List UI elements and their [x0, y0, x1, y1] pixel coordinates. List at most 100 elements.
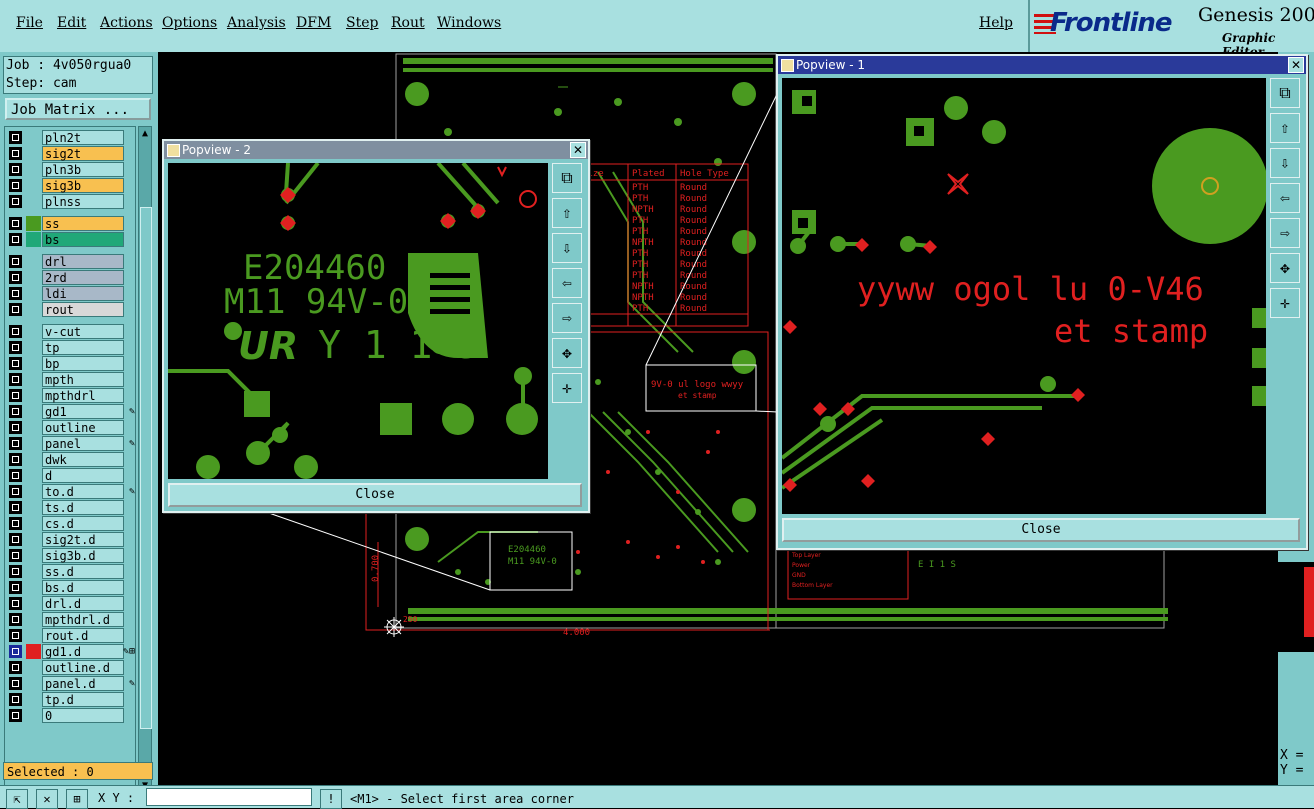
layer-checkbox[interactable]: [9, 693, 22, 706]
layer-row[interactable]: tp: [7, 340, 135, 355]
layer-checkbox[interactable]: [9, 195, 22, 208]
layer-row[interactable]: cs.d: [7, 516, 135, 531]
menu-rout[interactable]: Rout: [391, 15, 425, 31]
menu-actions[interactable]: Actions: [100, 15, 153, 31]
layer-row[interactable]: mpthdrl.d: [7, 612, 135, 627]
layer-checkbox[interactable]: [9, 287, 22, 300]
layer-row[interactable]: tp.d: [7, 692, 135, 707]
layer-name[interactable]: d: [42, 468, 124, 483]
popview-2-titlebar[interactable]: Popview - 2 ✕: [164, 141, 588, 159]
layer-checkbox[interactable]: [9, 645, 22, 658]
scroll-up-icon[interactable]: ▲: [140, 128, 150, 140]
layer-row[interactable]: rout.d: [7, 628, 135, 643]
layer-name[interactable]: panel.d: [42, 676, 124, 691]
layer-name[interactable]: bs.d: [42, 580, 124, 595]
layer-row[interactable]: gd1.d ✎⊞: [7, 644, 135, 659]
layer-row[interactable]: to.d ✎: [7, 484, 135, 499]
pan-right-icon[interactable]: ⇨: [1270, 218, 1300, 248]
layer-checkbox[interactable]: [9, 405, 22, 418]
layer-checkbox[interactable]: [9, 533, 22, 546]
layer-name[interactable]: gd1: [42, 404, 124, 419]
layer-name[interactable]: ss.d: [42, 564, 124, 579]
pan-left-icon[interactable]: ⇦: [552, 268, 582, 298]
layer-row[interactable]: bs: [7, 232, 135, 247]
layer-name[interactable]: sig2t.d: [42, 532, 124, 547]
layer-row[interactable]: pln3b: [7, 162, 135, 177]
layer-row[interactable]: bs.d: [7, 580, 135, 595]
layer-checkbox[interactable]: [9, 661, 22, 674]
layer-row[interactable]: sig3b: [7, 178, 135, 193]
popview-2-view[interactable]: E204460 M11 94V-0 UR Y 1 1 S: [168, 163, 548, 479]
popview-1-titlebar[interactable]: Popview - 1 ✕: [778, 56, 1306, 74]
layer-checkbox[interactable]: [9, 373, 22, 386]
layer-row[interactable]: 0: [7, 708, 135, 723]
layer-name[interactable]: tp.d: [42, 692, 124, 707]
alert-icon[interactable]: !: [320, 789, 342, 809]
layer-checkbox[interactable]: [9, 597, 22, 610]
pan-up-icon[interactable]: ⇧: [552, 198, 582, 228]
layer-name[interactable]: v-cut: [42, 324, 124, 339]
layer-checkbox[interactable]: [9, 131, 22, 144]
layer-row[interactable]: outline.d: [7, 660, 135, 675]
layer-row[interactable]: ts.d: [7, 500, 135, 515]
layer-name[interactable]: pln2t: [42, 130, 124, 145]
layer-checkbox[interactable]: [9, 629, 22, 642]
layer-name[interactable]: sig3b.d: [42, 548, 124, 563]
pan-up-icon[interactable]: ⇧: [1270, 113, 1300, 143]
layer-row[interactable]: dwk: [7, 452, 135, 467]
scroll-thumb[interactable]: [140, 207, 152, 729]
popview-2-close-button[interactable]: Close: [168, 483, 582, 507]
layer-row[interactable]: sig2t: [7, 146, 135, 161]
layer-list-scrollbar[interactable]: ▲ ▼: [138, 126, 152, 794]
popview-1-close-button[interactable]: Close: [782, 518, 1300, 542]
layer-name[interactable]: mpth: [42, 372, 124, 387]
layer-checkbox[interactable]: [9, 421, 22, 434]
layer-checkbox[interactable]: [9, 501, 22, 514]
layer-checkbox[interactable]: [9, 255, 22, 268]
popview-1-view[interactable]: yyww ogol lu 0-V46 et stamp: [782, 78, 1266, 514]
layer-checkbox[interactable]: [9, 217, 22, 230]
layer-row[interactable]: panel.d ✎: [7, 676, 135, 691]
layer-checkbox[interactable]: [9, 271, 22, 284]
layer-checkbox[interactable]: [9, 341, 22, 354]
layer-checkbox[interactable]: [9, 147, 22, 160]
layer-row[interactable]: bp: [7, 356, 135, 371]
layer-checkbox[interactable]: [9, 389, 22, 402]
layer-name[interactable]: outline.d: [42, 660, 124, 675]
layer-name[interactable]: to.d: [42, 484, 124, 499]
layer-checkbox[interactable]: [9, 549, 22, 562]
layer-row[interactable]: ldi: [7, 286, 135, 301]
layer-name[interactable]: rout: [42, 302, 124, 317]
layer-name[interactable]: ldi: [42, 286, 124, 301]
menu-dfm[interactable]: DFM: [296, 15, 331, 31]
layer-checkbox[interactable]: [9, 709, 22, 722]
layer-name[interactable]: bs: [42, 232, 124, 247]
layer-row[interactable]: rout: [7, 302, 135, 317]
layer-row[interactable]: panel ✎: [7, 436, 135, 451]
xy-input[interactable]: [146, 788, 312, 806]
layer-row[interactable]: drl: [7, 254, 135, 269]
layer-name[interactable]: ts.d: [42, 500, 124, 515]
layer-row[interactable]: gd1 ✎: [7, 404, 135, 419]
popview-2-window[interactable]: Popview - 2 ✕ E204460 M11 94V-0 UR Y 1 1…: [162, 139, 590, 513]
layer-name[interactable]: 2rd: [42, 270, 124, 285]
zoom-fit-icon[interactable]: ⧉: [552, 163, 582, 193]
layer-row[interactable]: mpthdrl: [7, 388, 135, 403]
layer-checkbox[interactable]: [9, 677, 22, 690]
layer-row[interactable]: d: [7, 468, 135, 483]
popview-1-window[interactable]: Popview - 1 ✕ yyww ogol lu 0-V46 et stam…: [776, 54, 1308, 550]
layer-row[interactable]: ss: [7, 216, 135, 231]
layer-name[interactable]: mpthdrl: [42, 388, 124, 403]
layer-checkbox[interactable]: [9, 517, 22, 530]
layer-checkbox[interactable]: [9, 485, 22, 498]
zoom-in-icon[interactable]: ✥: [552, 338, 582, 368]
layer-checkbox[interactable]: [9, 233, 22, 246]
menu-windows[interactable]: Windows: [437, 15, 501, 31]
layer-checkbox[interactable]: [9, 469, 22, 482]
menu-options[interactable]: Options: [162, 15, 217, 31]
layer-name[interactable]: dwk: [42, 452, 124, 467]
layer-name[interactable]: 0: [42, 708, 124, 723]
layer-name[interactable]: outline: [42, 420, 124, 435]
select-tool-icon[interactable]: ⇱: [6, 789, 28, 809]
layer-name[interactable]: mpthdrl.d: [42, 612, 124, 627]
